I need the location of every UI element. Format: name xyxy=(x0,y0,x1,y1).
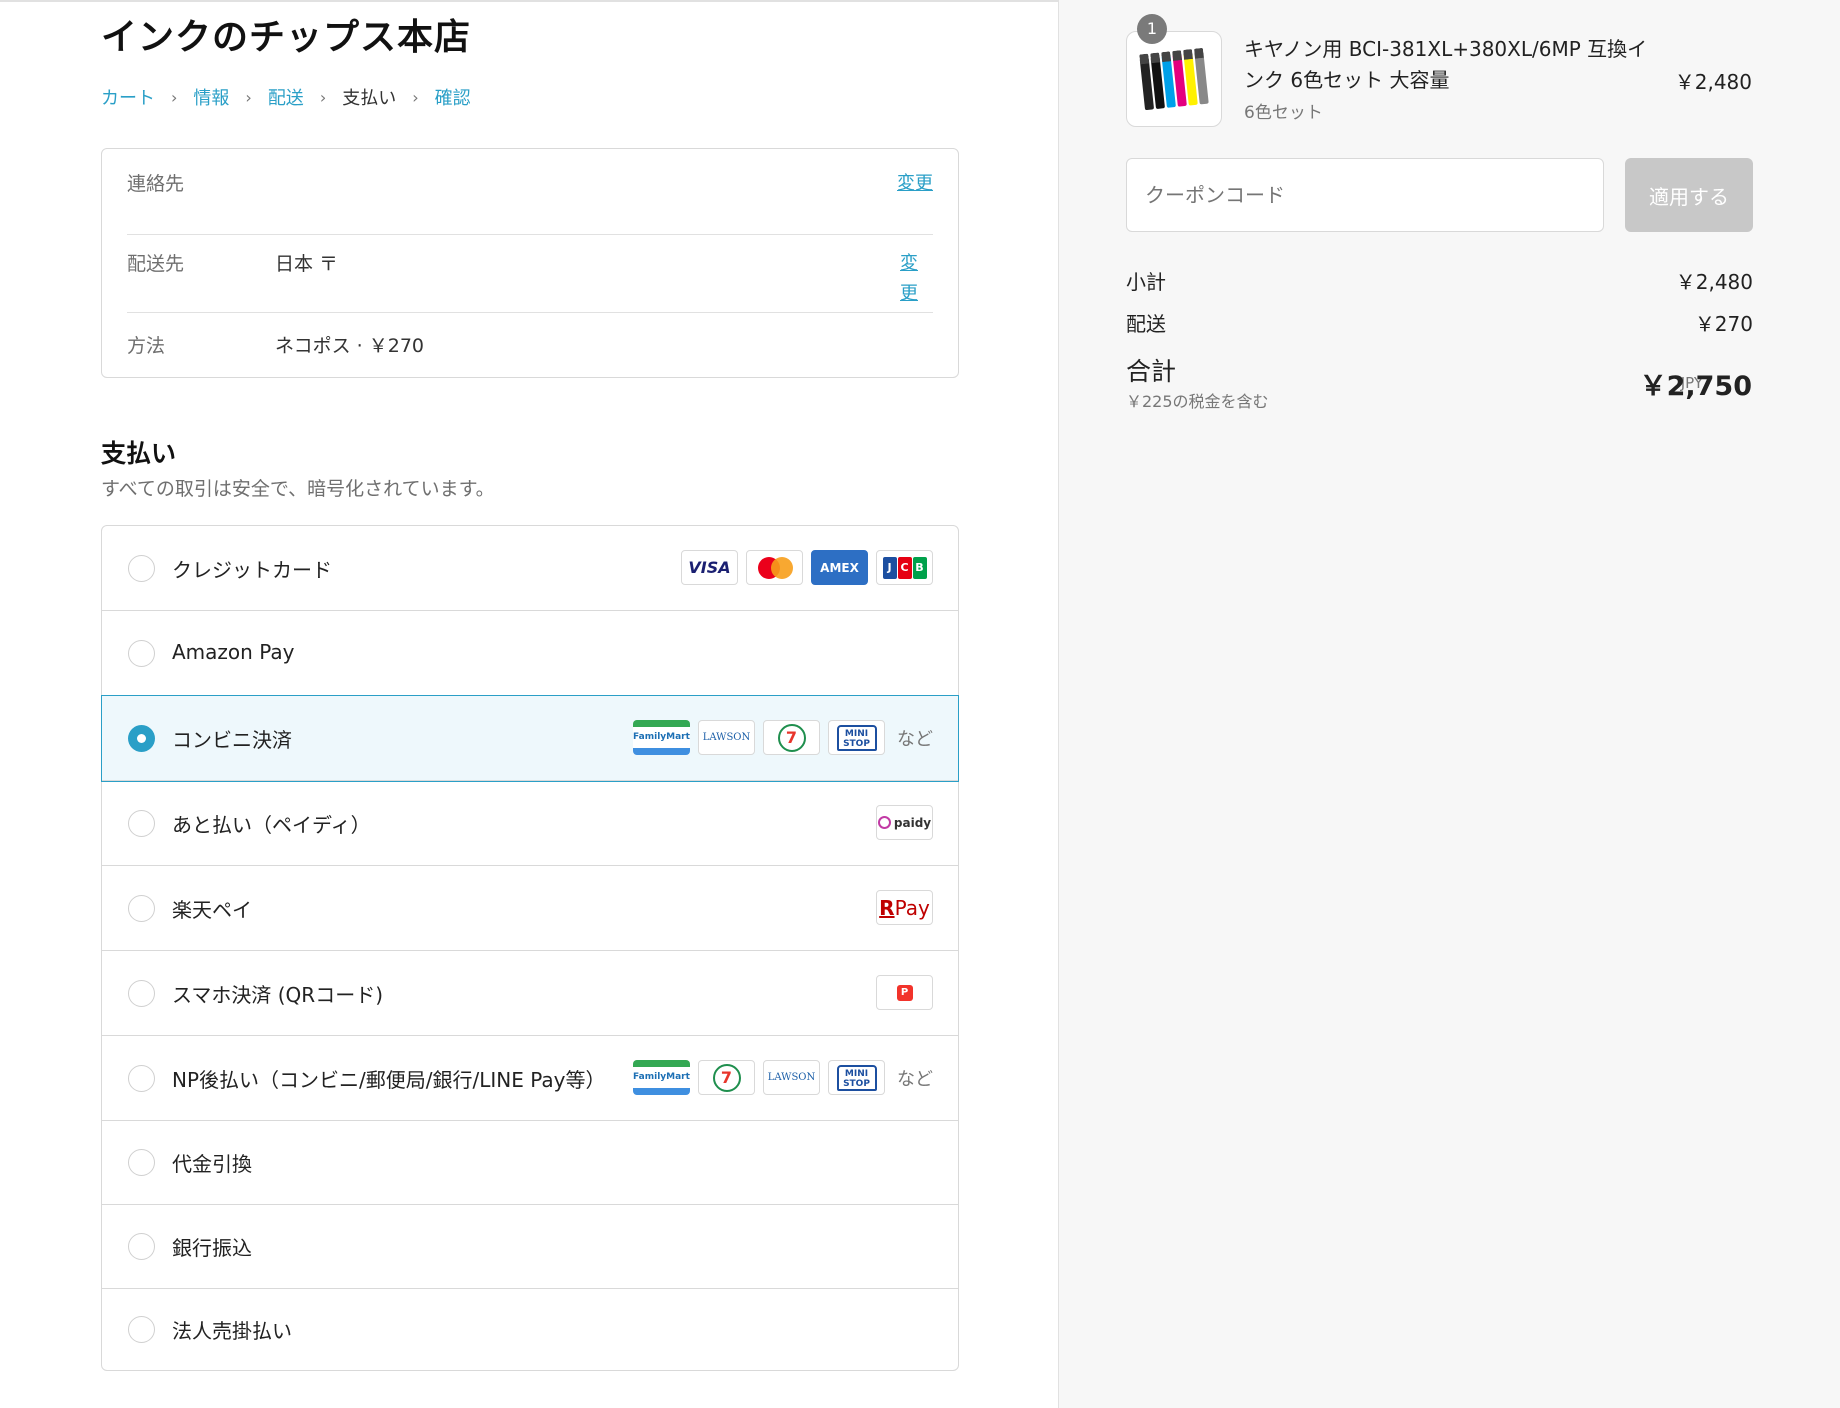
divider xyxy=(127,234,933,235)
payment-method-credit-card[interactable]: クレジットカード VISA AMEX JCB xyxy=(102,526,958,611)
review-summary: 連絡先 変更 配送先 日本 〒 変更 方法 ネコポス · ￥270 xyxy=(101,148,959,378)
mastercard-icon xyxy=(746,550,803,585)
card-logos: VISA AMEX JCB xyxy=(681,550,933,585)
ship-to-value: 日本 〒 xyxy=(275,253,339,275)
payment-method-paidy[interactable]: あと払い（ペイディ） paidy xyxy=(102,781,958,866)
jcb-icon: JCB xyxy=(876,550,933,585)
total-value: ￥2,750 xyxy=(1639,371,1752,402)
etc-label: など xyxy=(897,728,933,750)
product-price: ￥2,480 xyxy=(1674,70,1752,94)
ministop-icon: MINI STOP xyxy=(828,720,885,755)
payment-method-label: 代金引換 xyxy=(172,1152,252,1176)
subtotal-value: ￥2,480 xyxy=(1675,270,1753,294)
breadcrumb-payment: 支払い xyxy=(342,88,397,109)
main-column: インクのチップス本店 カート › 情報 › 配送 › 支払い › 確認 連絡先 … xyxy=(0,0,1058,1408)
breadcrumb-cart[interactable]: カート xyxy=(101,84,155,110)
payment-method-label: 銀行振込 xyxy=(172,1236,252,1260)
ship-to-label: 配送先 xyxy=(127,253,185,275)
payment-method-label: 法人売掛払い xyxy=(172,1319,292,1343)
radio-button[interactable] xyxy=(128,1149,155,1176)
paypay-logo: P xyxy=(876,975,933,1010)
radio-button[interactable] xyxy=(128,1233,155,1260)
payment-method-label: あと払い（ペイディ） xyxy=(172,813,371,837)
store-logos: FamilyMart LAWSON 7 MINI STOP など xyxy=(633,720,933,755)
familymart-icon: FamilyMart xyxy=(633,1060,690,1095)
familymart-icon: FamilyMart xyxy=(633,720,690,755)
quantity-badge: 1 xyxy=(1137,14,1167,44)
breadcrumb-shipping[interactable]: 配送 xyxy=(268,84,304,110)
payment-method-np-atobarai[interactable]: NP後払い（コンビニ/郵便局/銀行/LINE Pay等） FamilyMart … xyxy=(102,1036,958,1121)
product-name: キヤノン用 BCI-381XL+380XL/6MP 互換インク 6色セット 大容… xyxy=(1244,37,1648,92)
visa-icon: VISA xyxy=(681,550,738,585)
payment-method-convenience-store[interactable]: コンビニ決済 FamilyMart LAWSON 7 MINI STOP など xyxy=(101,695,959,782)
product-thumbnail[interactable] xyxy=(1126,31,1222,127)
chevron-right-icon: › xyxy=(319,87,327,107)
radio-button[interactable] xyxy=(128,555,155,582)
ink-cartridge-image xyxy=(1139,47,1209,111)
radio-button[interactable] xyxy=(128,1316,155,1343)
radio-button-selected[interactable] xyxy=(128,725,155,752)
subtotal-label: 小計 xyxy=(1126,270,1166,294)
payment-method-label: NP後払い（コンビニ/郵便局/銀行/LINE Pay等） xyxy=(172,1068,606,1092)
tax-note: ￥225の税金を含む xyxy=(1126,392,1269,411)
shipping-label: 配送 xyxy=(1126,312,1166,336)
ministop-icon: MINI STOP xyxy=(828,1060,885,1095)
ship-to-change-link[interactable]: 変更 xyxy=(899,249,919,309)
payment-method-cod[interactable]: 代金引換 xyxy=(102,1121,958,1205)
chevron-right-icon: › xyxy=(171,87,178,107)
order-summary: キヤノン用 BCI-381XL+380XL/6MP 互換インク 6色セット 大容… xyxy=(1058,0,1840,1408)
payment-method-bank-transfer[interactable]: 銀行振込 xyxy=(102,1205,958,1289)
payment-method-label: Amazon Pay xyxy=(172,640,295,664)
paypay-icon: P xyxy=(876,975,933,1010)
contact-change-link[interactable]: 変更 xyxy=(897,169,933,195)
payment-methods: クレジットカード VISA AMEX JCB Amazon Pay コンビニ決済… xyxy=(101,525,959,1371)
payment-method-label: 楽天ペイ xyxy=(172,898,252,922)
radio-button[interactable] xyxy=(128,980,155,1007)
coupon-input[interactable] xyxy=(1126,158,1604,232)
lawson-icon: LAWSON xyxy=(763,1060,820,1095)
breadcrumb: カート › 情報 › 配送 › 支払い › 確認 xyxy=(101,84,471,110)
radio-button[interactable] xyxy=(128,810,155,837)
payment-method-label: コンビニ決済 xyxy=(172,728,292,752)
payment-method-corporate-invoice[interactable]: 法人売掛払い xyxy=(102,1289,958,1370)
rakuten-pay-icon: R Pay xyxy=(876,890,933,925)
divider xyxy=(127,312,933,313)
etc-label: など xyxy=(897,1068,933,1090)
breadcrumb-review[interactable]: 確認 xyxy=(435,84,471,110)
payment-method-label: スマホ決済 (QRコード) xyxy=(172,983,384,1007)
payment-method-rakuten-pay[interactable]: 楽天ペイ R Pay xyxy=(102,866,958,951)
breadcrumb-information[interactable]: 情報 xyxy=(193,84,229,110)
seven-eleven-icon: 7 xyxy=(763,720,820,755)
payment-heading: 支払い xyxy=(101,439,177,468)
rakuten-logo: R Pay xyxy=(876,890,933,925)
radio-button[interactable] xyxy=(128,895,155,922)
store-logos: FamilyMart 7 LAWSON MINI STOP など xyxy=(633,1060,933,1095)
method-label: 方法 xyxy=(127,335,166,357)
payment-subtitle: すべての取引は安全で、暗号化されています。 xyxy=(101,478,495,500)
chevron-right-icon: › xyxy=(412,87,419,107)
payment-method-amazon-pay[interactable]: Amazon Pay xyxy=(102,611,958,696)
radio-button[interactable] xyxy=(128,640,155,667)
contact-label: 連絡先 xyxy=(127,173,185,195)
lawson-icon: LAWSON xyxy=(698,720,755,755)
payment-method-label: クレジットカード xyxy=(172,558,332,582)
chevron-right-icon: › xyxy=(245,87,252,107)
seven-eleven-icon: 7 xyxy=(698,1060,755,1095)
payment-method-qr-code[interactable]: スマホ決済 (QRコード) P xyxy=(102,951,958,1036)
radio-button[interactable] xyxy=(128,1065,155,1092)
amex-icon: AMEX xyxy=(811,550,868,585)
apply-coupon-button[interactable]: 適用する xyxy=(1625,158,1753,232)
paidy-icon: paidy xyxy=(876,805,933,840)
total-label: 合計 xyxy=(1126,357,1177,386)
product-variant: 6色セット xyxy=(1244,103,1323,123)
paidy-logo: paidy xyxy=(876,805,933,840)
method-value: ネコポス · ￥270 xyxy=(275,335,425,357)
shipping-value: ￥270 xyxy=(1694,312,1753,336)
store-title[interactable]: インクのチップス本店 xyxy=(101,8,471,60)
